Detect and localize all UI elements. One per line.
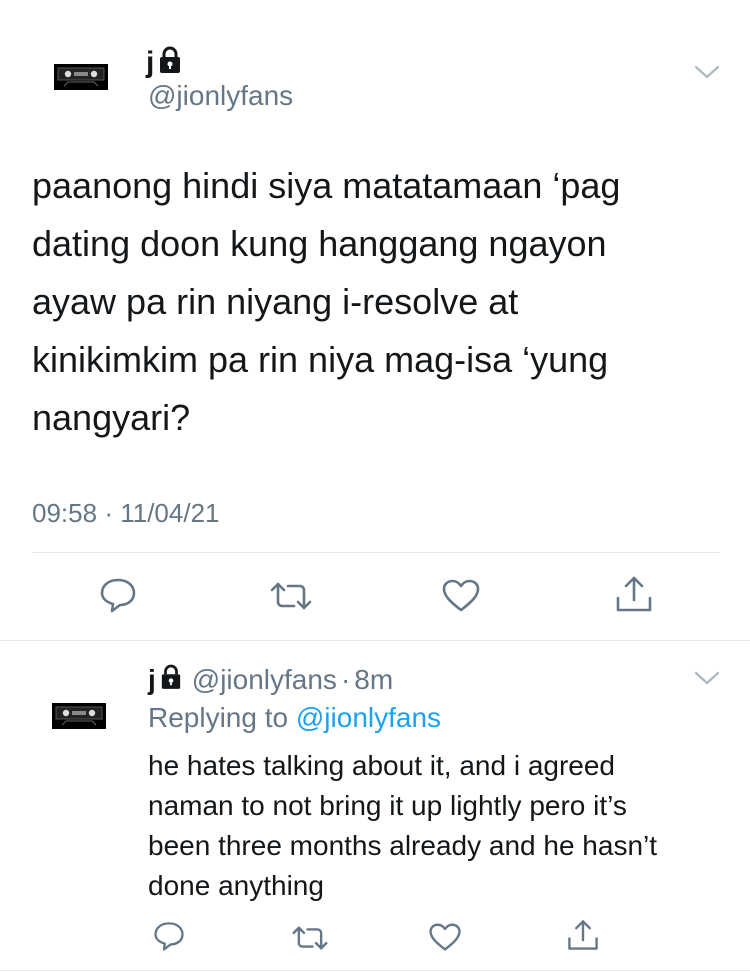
author-handle[interactable]: @jionlyfans: [148, 82, 293, 110]
reply-header[interactable]: j @jionlyfans · 8m: [148, 664, 393, 695]
like-button[interactable]: [441, 578, 481, 614]
retweet-button[interactable]: [270, 580, 312, 612]
like-button[interactable]: [428, 922, 462, 953]
retweet-icon: [292, 926, 328, 950]
tweet-time: 09:58: [32, 498, 98, 528]
tweet-text: paanong hindi siya matatamaan ‘pag datin…: [32, 165, 621, 438]
retweet-icon: [270, 582, 312, 610]
heart-icon: [442, 579, 480, 612]
share-icon: [616, 576, 652, 612]
share-icon: [568, 920, 598, 950]
tweet-date: 11/04/21: [120, 498, 220, 528]
meta-separator: ·: [104, 498, 113, 528]
chevron-down-icon[interactable]: [694, 670, 720, 693]
tweet-timestamp[interactable]: 09:58 · 11/04/21: [32, 500, 220, 526]
speech-bubble-icon: [100, 578, 136, 613]
reply-separator: ·: [340, 663, 351, 695]
replying-mention-link[interactable]: @jionlyfans: [296, 702, 441, 733]
reply-text: he hates talking about it, and i agreed …: [148, 750, 658, 901]
heart-icon: [429, 923, 461, 951]
cassette-tape-icon: [52, 703, 106, 729]
reply-age: 8m: [354, 663, 394, 695]
reply-button[interactable]: [152, 920, 186, 952]
reply-author-handle: @jionlyfans: [191, 663, 337, 695]
reply-avatar[interactable]: [52, 703, 106, 729]
reply-author-name: j: [148, 663, 156, 695]
lock-icon: [160, 664, 182, 695]
replying-prefix: Replying to: [148, 702, 289, 733]
replying-to: Replying to @jionlyfans: [148, 704, 441, 732]
reply-button[interactable]: [98, 576, 138, 614]
section-divider: [0, 640, 750, 641]
tweet-author-name[interactable]: j: [146, 46, 182, 80]
cassette-tape-icon: [54, 64, 108, 90]
lock-icon: [158, 46, 182, 80]
retweet-button[interactable]: [292, 924, 328, 952]
share-button[interactable]: [614, 574, 654, 614]
author-name: j: [146, 46, 155, 79]
share-button[interactable]: [566, 918, 600, 952]
divider: [32, 552, 720, 553]
avatar[interactable]: [54, 64, 108, 90]
speech-bubble-icon: [154, 922, 184, 951]
chevron-down-icon[interactable]: [694, 64, 720, 87]
bottom-divider: [0, 970, 750, 971]
